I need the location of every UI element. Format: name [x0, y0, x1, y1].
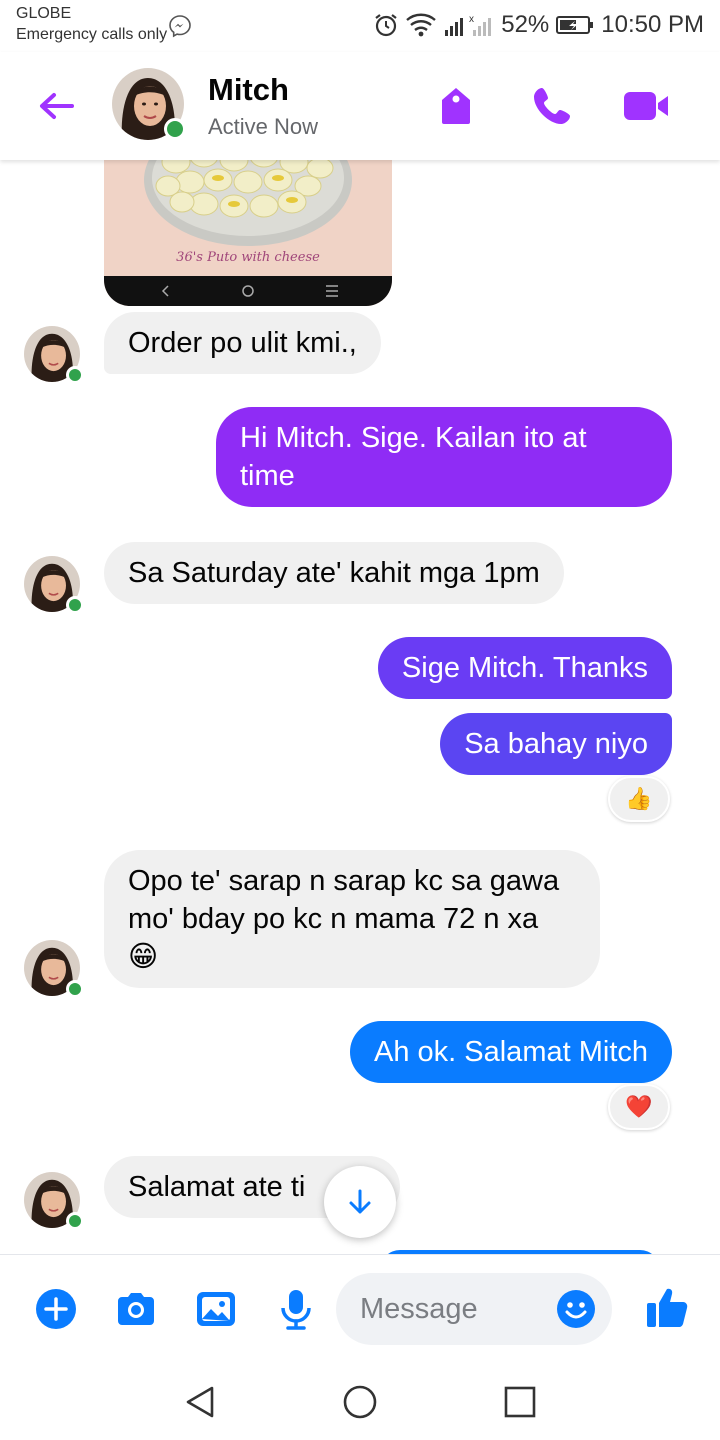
wifi-icon: [406, 13, 437, 37]
online-indicator: [66, 1212, 84, 1230]
microphone-icon[interactable]: [274, 1287, 318, 1331]
messenger-notification-icon: [169, 15, 191, 38]
plus-icon[interactable]: [34, 1287, 78, 1331]
alarm-icon: [375, 14, 397, 37]
status-bar: GLOBE Emergency calls only x 52% 10:50 P…: [0, 0, 720, 52]
composer-bar: [0, 1254, 720, 1364]
signal-icon: x: [445, 14, 492, 36]
incoming-message[interactable]: Opo te' sarap n sarap kc sa gawa mo' bda…: [104, 850, 600, 988]
incoming-message[interactable]: Order po ulit kmi.,: [104, 312, 381, 374]
camera-icon[interactable]: [114, 1287, 158, 1331]
sender-avatar[interactable]: [24, 1172, 84, 1230]
contact-avatar[interactable]: [112, 68, 186, 140]
emergency-label: Emergency calls only: [16, 26, 168, 43]
clock: 10:50 PM: [601, 11, 704, 38]
photo-navbar: [104, 276, 392, 306]
outgoing-message[interactable]: Ah ok. Salamat Mitch: [350, 1021, 672, 1083]
tag-icon[interactable]: [432, 82, 480, 130]
outgoing-message[interactable]: Hi Mitch. Sige. Kailan ito at time: [216, 407, 672, 507]
status-icons: x 52% 10:50 PM: [373, 10, 704, 40]
presence-status: Active Now: [208, 114, 319, 139]
scroll-to-bottom-button[interactable]: [324, 1166, 396, 1238]
carrier-label: GLOBE: [16, 5, 72, 22]
shared-photo[interactable]: 36's Puto with cheese: [104, 160, 392, 306]
outgoing-message[interactable]: Sige Mitch. Thanks: [377, 637, 672, 699]
incoming-message[interactable]: Sa Saturday ate' kahit mga 1pm: [104, 542, 564, 604]
outgoing-message[interactable]: Sa bahay niyo: [440, 713, 672, 775]
online-indicator: [66, 366, 84, 384]
message-input[interactable]: [360, 1291, 540, 1327]
nav-recents-icon[interactable]: [500, 1382, 540, 1422]
message-field[interactable]: [336, 1273, 612, 1345]
back-arrow-icon[interactable]: [34, 84, 78, 128]
arrow-down-icon: [349, 1189, 371, 1214]
gallery-icon[interactable]: [194, 1287, 238, 1331]
reaction-badge[interactable]: 👍: [608, 776, 670, 822]
emoji-icon[interactable]: [556, 1289, 596, 1329]
contact-name[interactable]: Mitch: [208, 72, 289, 108]
sender-avatar[interactable]: [24, 556, 84, 614]
system-navigation-bar: [0, 1364, 720, 1440]
online-indicator: [66, 980, 84, 998]
conversation-header: Mitch Active Now: [0, 52, 720, 160]
battery-icon: [556, 16, 594, 34]
video-camera-icon[interactable]: [622, 82, 670, 130]
sender-avatar[interactable]: [24, 326, 84, 384]
reaction-badge[interactable]: ❤️: [608, 1084, 670, 1130]
photo-caption: 36's Puto with cheese: [176, 250, 320, 265]
online-indicator: [66, 596, 84, 614]
sender-avatar[interactable]: [24, 940, 84, 998]
phone-icon[interactable]: [528, 82, 576, 130]
online-indicator: [164, 118, 186, 140]
message-list[interactable]: 36's Puto with cheese Order po ulit kmi.…: [0, 160, 720, 1254]
thumbs-up-icon[interactable]: [644, 1283, 692, 1331]
nav-back-icon[interactable]: [180, 1382, 220, 1422]
battery-percent: 52%: [501, 11, 550, 38]
svg-text:x: x: [469, 14, 474, 25]
nav-home-icon[interactable]: [340, 1382, 380, 1422]
